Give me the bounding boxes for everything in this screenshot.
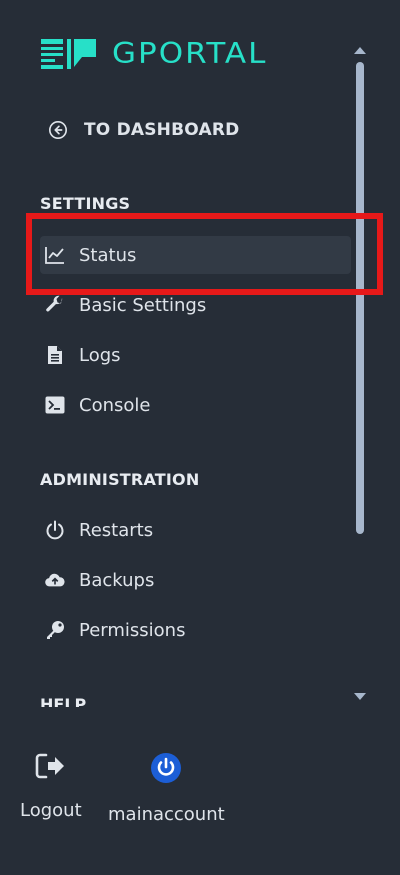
section-title-settings: SETTINGS [40, 194, 131, 213]
terminal-icon [45, 395, 65, 415]
wrench-icon [45, 295, 65, 315]
scrollbar-thumb[interactable] [356, 62, 364, 534]
nav-item-label: Status [79, 244, 137, 266]
nav-item-backups[interactable]: Backups [40, 561, 351, 599]
account-button[interactable]: mainaccount [108, 752, 225, 825]
scroll-up-arrow-icon[interactable] [352, 41, 368, 54]
gportal-logo-icon [41, 39, 96, 69]
nav-item-logs[interactable]: Logs [40, 336, 351, 374]
nav-item-basic-settings[interactable]: Basic Settings [40, 286, 351, 324]
nav-item-permissions[interactable]: Permissions [40, 611, 351, 649]
account-power-icon [149, 752, 183, 784]
nav-item-restarts[interactable]: Restarts [40, 511, 351, 549]
arrow-left-circle-icon [48, 120, 68, 140]
to-dashboard-label: TO DASHBOARD [84, 120, 240, 140]
nav-item-status[interactable]: Status [40, 236, 351, 274]
scroll-down-arrow-icon[interactable] [352, 688, 368, 700]
section-title-administration: ADMINISTRATION [40, 470, 200, 489]
nav-item-label: Permissions [79, 619, 186, 641]
to-dashboard-link[interactable]: TO DASHBOARD [48, 116, 239, 144]
logout-button[interactable]: Logout [20, 752, 82, 821]
key-icon [45, 620, 65, 640]
nav-item-label: Backups [79, 569, 155, 591]
nav-item-label: Restarts [79, 519, 154, 541]
brand-name: GPORTAL [112, 37, 268, 71]
logout-label: Logout [20, 800, 82, 821]
logout-icon [34, 752, 68, 780]
section-title-help: HELP [40, 695, 87, 707]
chart-line-icon [45, 245, 65, 265]
account-label: mainaccount [108, 804, 225, 825]
nav-item-console[interactable]: Console [40, 386, 351, 424]
brand-logo[interactable]: GPORTAL [40, 36, 267, 72]
nav-item-label: Basic Settings [79, 294, 207, 316]
file-text-icon [45, 345, 65, 365]
power-icon [45, 520, 65, 540]
nav-item-label: Console [79, 394, 151, 416]
nav-item-label: Logs [79, 344, 121, 366]
cloud-upload-icon [45, 570, 65, 590]
